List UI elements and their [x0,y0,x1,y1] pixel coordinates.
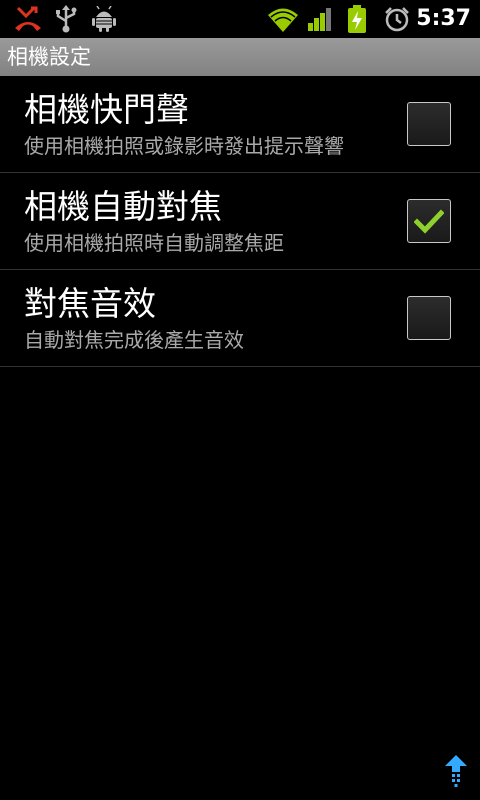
auto-focus-checkbox[interactable] [407,199,451,243]
status-time: 5:37 [416,6,471,31]
setting-summary: 使用相機拍照或錄影時發出提示聲響 [24,134,344,158]
setting-summary: 自動對焦完成後產生音效 [24,328,244,352]
focus-sound-checkbox[interactable] [407,296,451,340]
settings-list: 相機快門聲 使用相機拍照或錄影時發出提示聲響 相機自動對焦 使用相機拍照時自動調… [0,76,480,367]
setting-shutter-sound[interactable]: 相機快門聲 使用相機拍照或錄影時發出提示聲響 [0,76,480,173]
android-debug-icon [91,4,117,34]
setting-focus-sound[interactable]: 對焦音效 自動對焦完成後產生音效 [0,270,480,367]
setting-title: 相機快門聲 [24,90,189,129]
checkmark-icon [414,209,444,234]
setting-auto-focus[interactable]: 相機自動對焦 使用相機拍照時自動調整焦距 [0,173,480,270]
signal-icon [307,4,333,34]
setting-title: 對焦音效 [24,284,156,323]
screen: 5:37 相機設定 相機快門聲 使用相機拍照或錄影時發出提示聲響 相機自動對焦 … [0,0,480,800]
missed-call-icon [13,4,43,34]
setting-summary: 使用相機拍照時自動調整焦距 [24,231,284,255]
setting-title: 相機自動對焦 [24,187,222,226]
shutter-sound-checkbox[interactable] [407,102,451,146]
battery-charging-icon [347,4,367,34]
usb-icon [54,4,78,34]
status-bar: 5:37 [0,0,480,38]
scroll-up-arrow-icon[interactable] [444,754,468,792]
wifi-icon [267,4,299,34]
alarm-icon [384,4,410,34]
page-title: 相機設定 [0,38,480,76]
